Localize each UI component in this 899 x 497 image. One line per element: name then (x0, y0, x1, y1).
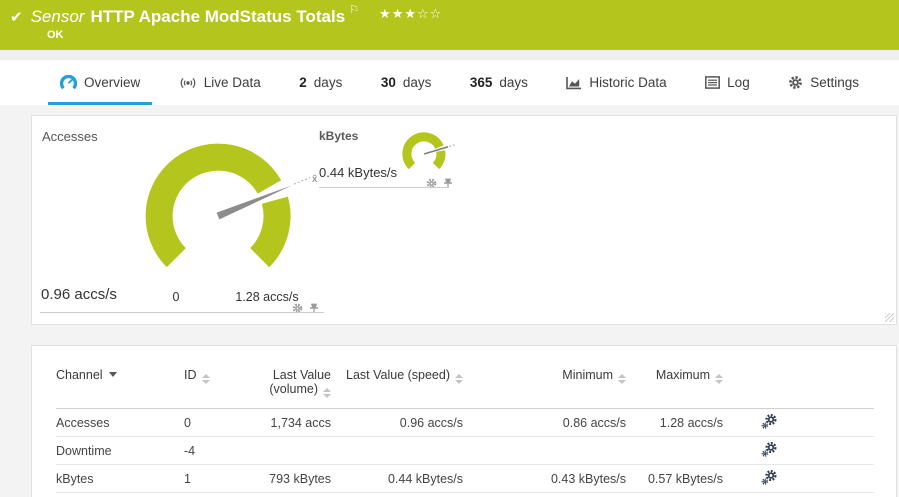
divider (319, 187, 448, 188)
gauge-scale-min: 0 (156, 290, 196, 304)
cell-last-value-speed (331, 437, 463, 465)
sensor-header: ✔ Sensor HTTP Apache ModStatus Totals ⚐ … (0, 0, 899, 50)
cell-last-value-speed: 0.96 accs/s (331, 409, 463, 437)
cell-maximum: 1.28 accs/s (626, 409, 723, 437)
gauge-title-accesses: Accesses (42, 129, 98, 144)
sort-icon (618, 374, 626, 384)
accesses-gauge[interactable]: x̄ (108, 116, 348, 316)
tab-log[interactable]: Log (693, 60, 762, 105)
sort-icon (323, 388, 331, 398)
gauge-current-value: 0.96 accs/s (41, 286, 117, 303)
tab-number: 365 (470, 75, 493, 90)
cell-last-value-speed: 0.44 kBytes/s (331, 465, 463, 493)
page-title: HTTP Apache ModStatus Totals (90, 7, 345, 27)
average-marker: x̄ (312, 173, 318, 185)
col-header-minimum[interactable]: Minimum (463, 368, 626, 409)
tab-bar: Overview Live Data 2 days 30 days 365 da… (0, 60, 899, 105)
channel-table-panel: Channel ID Last Value (volume) Last Valu… (31, 345, 897, 497)
table-row: kBytes 1 793 kBytes 0.44 kBytes/s 0.43 k… (56, 465, 874, 493)
gauge-pin-icon[interactable] (309, 301, 319, 319)
channel-settings-gears-icon[interactable] (723, 441, 874, 457)
channel-settings-gears-icon[interactable] (723, 413, 874, 429)
tab-label: days (314, 75, 343, 90)
tab-365-days[interactable]: 365 days (458, 60, 540, 105)
channel-table: Channel ID Last Value (volume) Last Valu… (56, 368, 874, 493)
status-badge: OK (47, 29, 64, 41)
tab-label: days (499, 75, 528, 90)
table-header-row: Channel ID Last Value (volume) Last Valu… (56, 368, 874, 409)
col-header-maximum[interactable]: Maximum (626, 368, 723, 409)
cell-maximum (626, 437, 723, 465)
col-header-channel[interactable]: Channel (56, 368, 184, 409)
cell-last-value-volume (256, 437, 331, 465)
log-list-icon (705, 76, 720, 89)
cell-id: -4 (184, 437, 256, 465)
cell-channel: Downtime (56, 437, 184, 465)
tab-label: Overview (84, 75, 140, 90)
sort-icon (202, 374, 210, 384)
cell-last-value-volume: 1,734 accs (256, 409, 331, 437)
tab-number: 30 (381, 75, 396, 90)
tab-label: days (403, 75, 432, 90)
col-header-id[interactable]: ID (184, 368, 256, 409)
table-row: Accesses 0 1,734 accs 0.96 accs/s 0.86 a… (56, 409, 874, 437)
tab-label: Historic Data (589, 75, 666, 90)
gauge-settings-icon[interactable] (426, 176, 437, 194)
priority-stars[interactable]: ★★★☆☆ (379, 6, 442, 22)
cell-maximum: 0.57 kBytes/s (626, 465, 723, 493)
tab-label: Live Data (204, 75, 261, 90)
gauge-title-kbytes: kBytes (319, 129, 358, 143)
cell-channel: Accesses (56, 409, 184, 437)
gauge-current-value: 0.44 kBytes/s (319, 165, 397, 180)
sort-desc-icon (109, 372, 117, 377)
chart-icon (566, 76, 582, 90)
sort-icon (715, 374, 723, 384)
tab-overview[interactable]: Overview (48, 60, 152, 105)
tab-number: 2 (299, 75, 307, 90)
cell-minimum: 0.43 kBytes/s (463, 465, 626, 493)
kbytes-gauge[interactable] (394, 122, 464, 182)
flag-icon[interactable]: ⚐ (349, 3, 359, 16)
col-header-last-value-speed[interactable]: Last Value (speed) (331, 368, 463, 409)
cell-minimum (463, 437, 626, 465)
broadcast-icon (179, 76, 197, 90)
gauge-icon (60, 75, 77, 91)
channel-settings-gears-icon[interactable] (723, 469, 874, 485)
resize-handle[interactable] (885, 313, 894, 322)
tab-label: Log (727, 75, 750, 90)
col-header-last-value-volume[interactable]: Last Value (volume) (256, 368, 331, 409)
cell-last-value-volume: 793 kBytes (256, 465, 331, 493)
cell-id: 1 (184, 465, 256, 493)
tab-historic-data[interactable]: Historic Data (554, 60, 678, 105)
gauges-panel: Accesses x̄ 0 1.28 accs/s 0.96 accs/s kB… (31, 115, 897, 325)
gauge-pin-icon[interactable] (443, 176, 453, 194)
table-row: Downtime -4 (56, 437, 874, 465)
object-kind-label: Sensor (31, 7, 85, 27)
divider (40, 312, 324, 313)
sort-icon (455, 374, 463, 384)
divider (0, 50, 899, 60)
cell-id: 0 (184, 409, 256, 437)
status-ok-check-icon: ✔ (10, 8, 23, 26)
tab-settings[interactable]: Settings (776, 60, 871, 105)
tab-2-days[interactable]: 2 days (287, 60, 354, 105)
cell-channel: kBytes (56, 465, 184, 493)
tab-30-days[interactable]: 30 days (369, 60, 444, 105)
gauge-settings-icon[interactable] (292, 301, 303, 319)
gear-icon (788, 75, 803, 90)
tab-label: Settings (810, 75, 859, 90)
tab-live-data[interactable]: Live Data (167, 60, 273, 105)
cell-minimum: 0.86 accs/s (463, 409, 626, 437)
